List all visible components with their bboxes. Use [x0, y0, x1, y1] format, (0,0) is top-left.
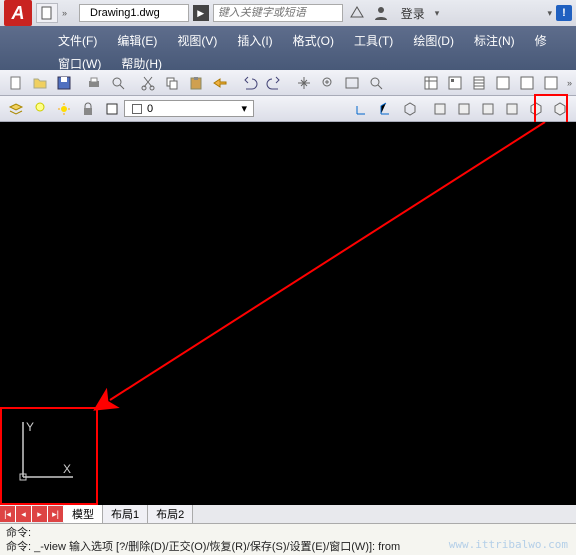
tool-palettes-icon[interactable] — [467, 72, 491, 94]
menu-file[interactable]: 文件(F) — [48, 29, 107, 52]
menu-bar: 文件(F) 编辑(E) 视图(V) 插入(I) 格式(O) 工具(T) 绘图(D… — [0, 26, 576, 70]
menu-tools[interactable]: 工具(T) — [344, 29, 403, 52]
sheet-set-icon[interactable] — [491, 72, 515, 94]
qat-new-icon[interactable] — [36, 3, 58, 23]
new-icon[interactable] — [4, 72, 28, 94]
design-center-icon[interactable] — [443, 72, 467, 94]
color-swatch-icon[interactable] — [100, 98, 124, 120]
preview-icon[interactable] — [106, 72, 130, 94]
layer-current-name: 0 — [147, 103, 153, 115]
zoom-rt-icon[interactable] — [316, 72, 340, 94]
menu-draw[interactable]: 绘图(D) — [403, 29, 464, 52]
zoom-prev-icon[interactable] — [364, 72, 388, 94]
tab-layout2[interactable]: 布局2 — [148, 505, 193, 523]
autocad-logo[interactable]: A — [4, 0, 32, 26]
print-icon[interactable] — [82, 72, 106, 94]
light-bulb-icon[interactable] — [28, 98, 52, 120]
layer-props-icon[interactable] — [4, 98, 28, 120]
cut-icon[interactable] — [136, 72, 160, 94]
qat-dropdown-icon[interactable]: » — [62, 8, 67, 18]
calc-icon[interactable] — [539, 72, 563, 94]
document-title: Drawing1.dwg — [79, 4, 189, 22]
info-icon[interactable]: ! — [556, 5, 572, 21]
zoom-window-icon[interactable] — [340, 72, 364, 94]
tab-layout1[interactable]: 布局1 — [103, 505, 148, 523]
view-bottom-icon[interactable] — [452, 98, 476, 120]
undo-icon[interactable] — [238, 72, 262, 94]
drawing-canvas[interactable]: Y X — [0, 122, 576, 505]
properties-icon[interactable] — [419, 72, 443, 94]
view-left-icon[interactable] — [476, 98, 500, 120]
tab-model[interactable]: 模型 — [64, 505, 103, 523]
layer-view-toolbar: 0 ▾ — [0, 96, 576, 122]
standard-toolbar: » — [0, 70, 576, 96]
red-highlight-box-ucs — [0, 407, 98, 505]
help-caret-icon[interactable]: ▾ — [547, 8, 552, 19]
menu-format[interactable]: 格式(O) — [283, 29, 344, 52]
title-bar: A » Drawing1.dwg ▶ 登录 ▾ ▾ ! — [0, 0, 576, 26]
view-cube-icon[interactable] — [398, 98, 422, 120]
lock-icon[interactable] — [76, 98, 100, 120]
layout-tabs-row: |◂◂▸▸| 模型 布局1 布局2 — [0, 505, 576, 523]
user-icon[interactable] — [371, 3, 391, 23]
view-front-icon[interactable] — [524, 98, 548, 120]
redo-icon[interactable] — [262, 72, 286, 94]
login-caret-icon[interactable]: ▾ — [435, 8, 440, 19]
ucs-icon[interactable] — [350, 98, 374, 120]
menu-edit[interactable]: 编辑(E) — [107, 29, 167, 52]
autodesk-exchange-icon[interactable] — [347, 3, 367, 23]
command-line-area[interactable]: 命令: 命令: _-view 输入选项 [?/删除(D)/正交(O)/恢复(R)… — [0, 523, 576, 555]
pan-icon[interactable] — [292, 72, 316, 94]
match-icon[interactable] — [208, 72, 232, 94]
search-go-icon[interactable]: ▶ — [193, 5, 209, 21]
view-back-icon[interactable] — [548, 98, 572, 120]
markup-icon[interactable] — [515, 72, 539, 94]
tab-nav-buttons[interactable]: |◂◂▸▸| — [0, 506, 64, 522]
menu-annotate[interactable]: 标注(N) — [464, 29, 525, 52]
watermark-text: www.ittribalwo.com — [449, 538, 568, 552]
open-icon[interactable] — [28, 72, 52, 94]
menu-insert[interactable]: 插入(I) — [227, 29, 282, 52]
menu-view[interactable]: 视图(V) — [167, 29, 227, 52]
menu-modify[interactable]: 修 — [525, 29, 557, 52]
view-right-icon[interactable] — [500, 98, 524, 120]
login-label[interactable]: 登录 — [401, 5, 425, 22]
copy-icon[interactable] — [160, 72, 184, 94]
sun-icon[interactable] — [52, 98, 76, 120]
view-top-icon[interactable] — [428, 98, 452, 120]
layer-combo[interactable]: 0 ▾ — [124, 100, 254, 117]
paste-icon[interactable] — [184, 72, 208, 94]
save-icon[interactable] — [52, 72, 76, 94]
named-ucs-icon[interactable] — [374, 98, 398, 120]
search-input[interactable] — [213, 4, 343, 22]
